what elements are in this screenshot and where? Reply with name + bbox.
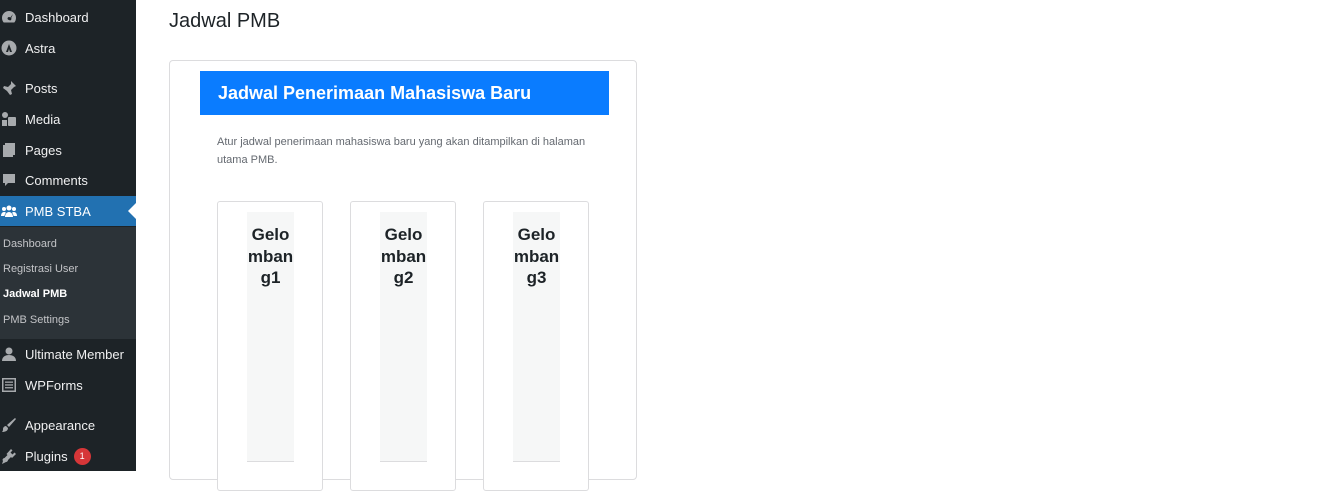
sidebar-item-label: PMB STBA bbox=[25, 203, 91, 219]
brush-icon bbox=[1, 417, 17, 433]
user-icon bbox=[1, 346, 17, 362]
pin-icon bbox=[1, 80, 17, 96]
sidebar-item-wpforms[interactable]: WPForms bbox=[0, 370, 136, 400]
dashboard-icon bbox=[1, 9, 17, 25]
pmb-stba-submenu: Dashboard Registrasi User Jadwal PMB PMB… bbox=[0, 227, 136, 339]
sidebar-item-label: WPForms bbox=[25, 377, 83, 393]
page-title: Jadwal PMB bbox=[169, 10, 281, 32]
update-count-badge: 1 bbox=[73, 447, 91, 465]
wave-card-header: Gelombang2 bbox=[380, 212, 427, 462]
sidebar-item-pages[interactable]: Pages bbox=[0, 135, 136, 165]
sidebar-item-comments[interactable]: Comments bbox=[0, 165, 136, 195]
sidebar-item-label: Ultimate Member bbox=[25, 346, 124, 362]
sidebar-item-posts[interactable]: Posts bbox=[0, 73, 136, 103]
wave-card-title: Gelombang1 bbox=[247, 225, 294, 287]
sidebar-item-label: Appearance bbox=[25, 417, 96, 433]
sidebar-item-label: Media bbox=[25, 111, 61, 127]
wave-card[interactable]: Gelombang3 bbox=[483, 201, 589, 491]
pages-icon bbox=[1, 142, 17, 158]
sidebar-item-plugins[interactable]: Plugins 1 bbox=[0, 441, 136, 471]
wave-card-header: Gelombang1 bbox=[247, 212, 294, 462]
panel-description: Atur jadwal penerimaan mahasiswa baru ya… bbox=[217, 136, 586, 166]
astra-icon bbox=[1, 40, 17, 56]
sidebar-item-ultimate-member[interactable]: Ultimate Member bbox=[0, 339, 136, 369]
groups-icon bbox=[1, 203, 17, 219]
sidebar-item-label: Dashboard bbox=[25, 9, 89, 25]
sidebar-item-label: Posts bbox=[25, 80, 58, 96]
wave-card[interactable]: Gelombang1 bbox=[217, 201, 323, 491]
submenu-item-dashboard[interactable]: Dashboard bbox=[3, 238, 57, 250]
panel-banner-title: Jadwal Penerimaan Mahasiswa Baru bbox=[200, 71, 609, 115]
plugin-icon bbox=[1, 448, 17, 464]
sidebar-item-dashboard[interactable]: Dashboard bbox=[0, 2, 136, 32]
media-icon bbox=[1, 111, 17, 127]
wave-card-title: Gelombang2 bbox=[380, 225, 427, 287]
comment-icon bbox=[1, 172, 17, 188]
schedule-panel: Jadwal Penerimaan Mahasiswa Baru Atur ja… bbox=[169, 60, 637, 491]
submenu-item-pmb-settings[interactable]: PMB Settings bbox=[3, 314, 70, 326]
sidebar-item-media[interactable]: Media bbox=[0, 104, 136, 134]
form-icon bbox=[1, 377, 17, 393]
admin-sidebar: Dashboard Astra Posts Media Pages Commen… bbox=[0, 0, 136, 471]
sidebar-item-label: Plugins bbox=[25, 448, 68, 464]
sidebar-item-pmb-stba[interactable]: PMB STBA bbox=[0, 196, 136, 226]
submenu-item-registrasi-user[interactable]: Registrasi User bbox=[3, 263, 78, 275]
sidebar-item-appearance[interactable]: Appearance bbox=[0, 410, 136, 440]
sidebar-item-label: Pages bbox=[25, 142, 62, 158]
wave-card[interactable]: Gelombang2 bbox=[350, 201, 456, 491]
wave-card-header: Gelombang3 bbox=[513, 212, 560, 462]
submenu-item-jadwal-pmb[interactable]: Jadwal PMB bbox=[3, 288, 67, 300]
sidebar-item-label: Astra bbox=[25, 40, 56, 56]
wave-card-title: Gelombang3 bbox=[513, 225, 560, 287]
sidebar-item-astra[interactable]: Astra bbox=[0, 33, 136, 63]
sidebar-item-label: Comments bbox=[25, 172, 88, 188]
